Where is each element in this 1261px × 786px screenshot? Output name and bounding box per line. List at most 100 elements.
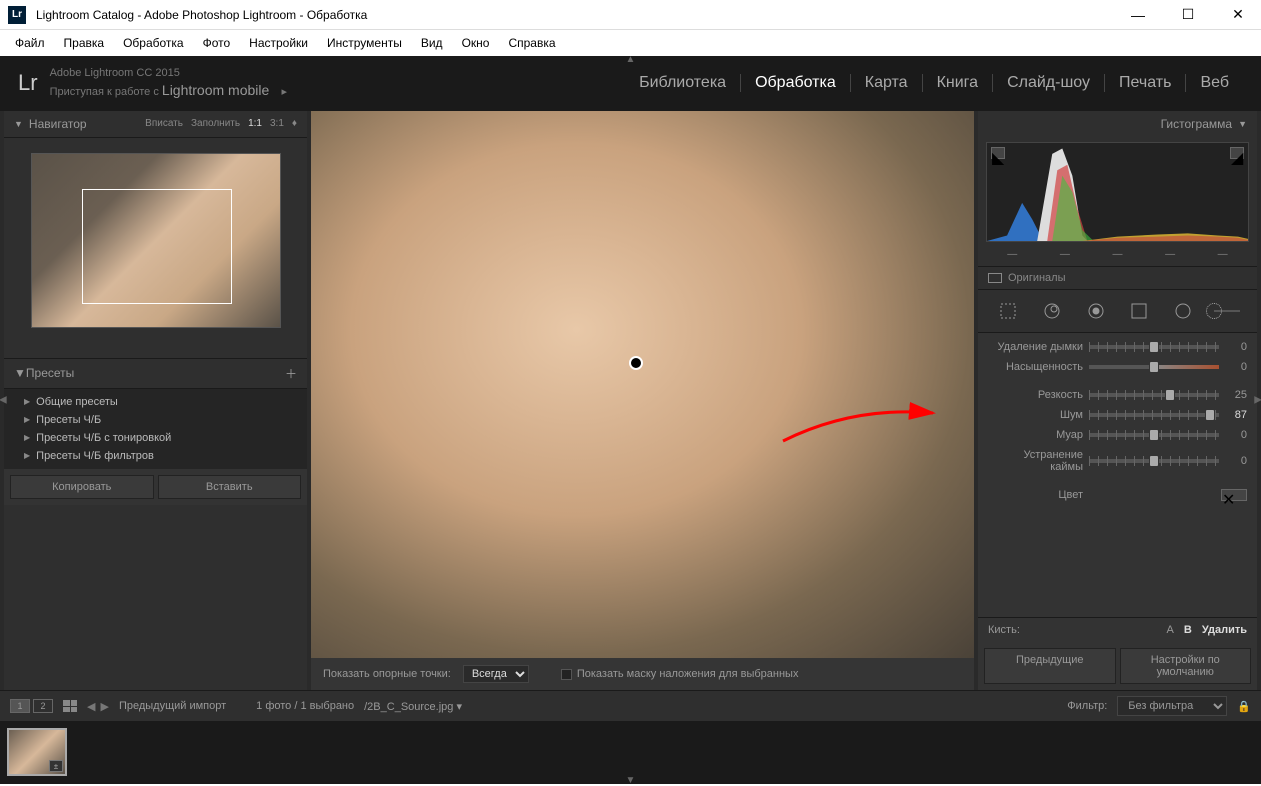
menu-photo[interactable]: Фото <box>196 33 238 53</box>
develop-toolbar: Показать опорные точки: Всегда Показать … <box>311 658 974 690</box>
menu-settings[interactable]: Настройки <box>242 33 315 53</box>
radial-tool[interactable] <box>1170 298 1196 324</box>
lock-icon[interactable]: 🔒 <box>1237 700 1251 713</box>
chevron-right-icon: ▶ <box>24 433 30 442</box>
noise-slider[interactable] <box>1089 413 1219 417</box>
preset-folder[interactable]: ▶Пресеты Ч/Б <box>4 411 307 429</box>
view-mode-1[interactable]: 1 <box>10 699 30 713</box>
add-preset-button[interactable]: ＋ <box>285 365 297 382</box>
module-map[interactable]: Карта <box>851 74 923 92</box>
zoom-fit[interactable]: Вписать <box>145 118 183 129</box>
collapse-top-icon[interactable]: ▲ <box>626 54 636 65</box>
filter-label: Фильтр: <box>1067 700 1107 712</box>
brush-tool[interactable] <box>1214 298 1240 324</box>
menu-window[interactable]: Окно <box>455 33 497 53</box>
module-develop[interactable]: Обработка <box>741 74 851 92</box>
brush-erase[interactable]: Удалить <box>1202 624 1247 636</box>
menubar: Файл Правка Обработка Фото Настройки Инс… <box>0 30 1261 56</box>
brush-label: Кисть: <box>988 624 1020 636</box>
brush-a[interactable]: А <box>1167 624 1174 636</box>
color-row: Цвет ✕ <box>988 485 1247 505</box>
photo-canvas[interactable] <box>311 111 974 658</box>
prev-photo-icon[interactable]: ◀ <box>87 700 95 713</box>
close-button[interactable]: ✕ <box>1223 6 1253 23</box>
color-swatch[interactable]: ✕ <box>1221 489 1247 501</box>
navigator-thumbnail[interactable] <box>31 153 281 328</box>
module-slideshow[interactable]: Слайд-шоу <box>993 74 1105 92</box>
zoom-3-1[interactable]: 3:1 <box>270 118 284 129</box>
navigator-title: Навигатор <box>29 117 87 131</box>
mask-checkbox[interactable] <box>561 669 572 680</box>
sharpness-slider[interactable] <box>1089 393 1219 397</box>
view-mode-2[interactable]: 2 <box>33 699 53 713</box>
menu-file[interactable]: Файл <box>8 33 52 53</box>
module-print[interactable]: Печать <box>1105 74 1186 92</box>
mobile-link[interactable]: Lightroom mobile <box>162 82 269 98</box>
navigator-frame[interactable] <box>82 189 232 304</box>
zoom-menu-icon[interactable]: ♦ <box>292 118 297 129</box>
module-library[interactable]: Библиотека <box>625 74 741 92</box>
filter-select[interactable]: Без фильтра <box>1117 696 1227 716</box>
window-title: Lightroom Catalog - Adobe Photoshop Ligh… <box>36 8 1123 22</box>
preset-folder[interactable]: ▶Пресеты Ч/Б фильтров <box>4 447 307 465</box>
collapse-right-icon[interactable]: ▶ <box>1254 395 1261 406</box>
copy-button[interactable]: Копировать <box>10 475 154 499</box>
chevron-down-icon: ▼ <box>14 366 26 380</box>
spot-tool[interactable] <box>1039 298 1065 324</box>
menu-develop[interactable]: Обработка <box>116 33 191 53</box>
slider-moire: Муар 0 <box>988 425 1247 445</box>
preset-folder[interactable]: ▶Общие пресеты <box>4 393 307 411</box>
filename-label[interactable]: /2B_C_Source.jpg ▾ <box>364 700 462 713</box>
redeye-tool[interactable] <box>1083 298 1109 324</box>
chevron-down-icon: ▼ <box>14 119 23 129</box>
brush-b[interactable]: В <box>1184 624 1192 636</box>
lightroom-logo: Lr <box>18 70 38 96</box>
maximize-button[interactable]: ☐ <box>1173 6 1203 23</box>
version-label: Adobe Lightroom CC 2015 <box>50 66 287 81</box>
anchor-points-select[interactable]: Всегда <box>463 665 529 683</box>
reset-defaults-button[interactable]: Настройки по умолчанию <box>1120 648 1252 684</box>
brush-options: Кисть: А В Удалить <box>978 617 1257 642</box>
menu-edit[interactable]: Правка <box>57 33 112 53</box>
moire-slider[interactable] <box>1089 433 1219 437</box>
preset-folder[interactable]: ▶Пресеты Ч/Б с тонировкой <box>4 429 307 447</box>
menu-tools[interactable]: Инструменты <box>320 33 409 53</box>
filmstrip: ± ▼ <box>0 721 1261 784</box>
adjustment-sliders: Удаление дымки 0 Насыщенность 0 Резкость… <box>978 333 1257 617</box>
module-book[interactable]: Книга <box>923 74 993 92</box>
zoom-fill[interactable]: Заполнить <box>191 118 240 129</box>
collapse-bottom-icon[interactable]: ▼ <box>626 775 636 786</box>
highlight-clip-icon[interactable]: ◢ <box>1230 147 1244 159</box>
photo-count: 1 фото / 1 выбрано <box>256 700 354 712</box>
filmstrip-thumbnail[interactable]: ± <box>7 728 67 776</box>
crop-tool[interactable] <box>995 298 1021 324</box>
navigator-view[interactable] <box>4 138 307 358</box>
gradient-tool[interactable] <box>1126 298 1152 324</box>
presets-title: Пресеты <box>26 366 74 380</box>
defringe-slider[interactable] <box>1089 459 1219 463</box>
previous-button[interactable]: Предыдущие <box>984 648 1116 684</box>
identity-plate: ▲ Lr Adobe Lightroom CC 2015 Приступая к… <box>0 56 1261 111</box>
minimize-button[interactable]: — <box>1123 6 1153 23</box>
left-panel: ▼ Навигатор Вписать Заполнить 1:1 3:1 ♦ … <box>4 111 307 690</box>
histogram-header[interactable]: Гистограмма ▼ <box>978 111 1257 137</box>
shadow-clip-icon[interactable]: ◣ <box>991 147 1005 159</box>
collapse-left-icon[interactable]: ◀ <box>0 395 7 406</box>
slider-noise: Шум 87 <box>988 405 1247 425</box>
dehaze-slider[interactable] <box>1089 345 1219 349</box>
source-label[interactable]: Предыдущий импорт <box>119 700 226 712</box>
adjustment-pin-icon[interactable] <box>629 356 643 370</box>
navigator-header[interactable]: ▼ Навигатор Вписать Заполнить 1:1 3:1 ♦ <box>4 111 307 138</box>
zoom-1-1[interactable]: 1:1 <box>248 118 262 129</box>
originals-toggle[interactable]: Оригиналы <box>978 266 1257 289</box>
presets-header[interactable]: ▼ Пресеты ＋ <box>4 358 307 389</box>
menu-view[interactable]: Вид <box>414 33 450 53</box>
next-photo-icon[interactable]: ▶ <box>100 700 108 713</box>
menu-help[interactable]: Справка <box>501 33 562 53</box>
paste-button[interactable]: Вставить <box>158 475 302 499</box>
saturation-slider[interactable] <box>1089 365 1219 369</box>
grid-view-icon[interactable] <box>63 700 77 712</box>
chevron-right-icon: ▶ <box>24 415 30 424</box>
histogram[interactable]: ◣ ◢ <box>986 142 1249 242</box>
module-web[interactable]: Веб <box>1186 74 1243 92</box>
